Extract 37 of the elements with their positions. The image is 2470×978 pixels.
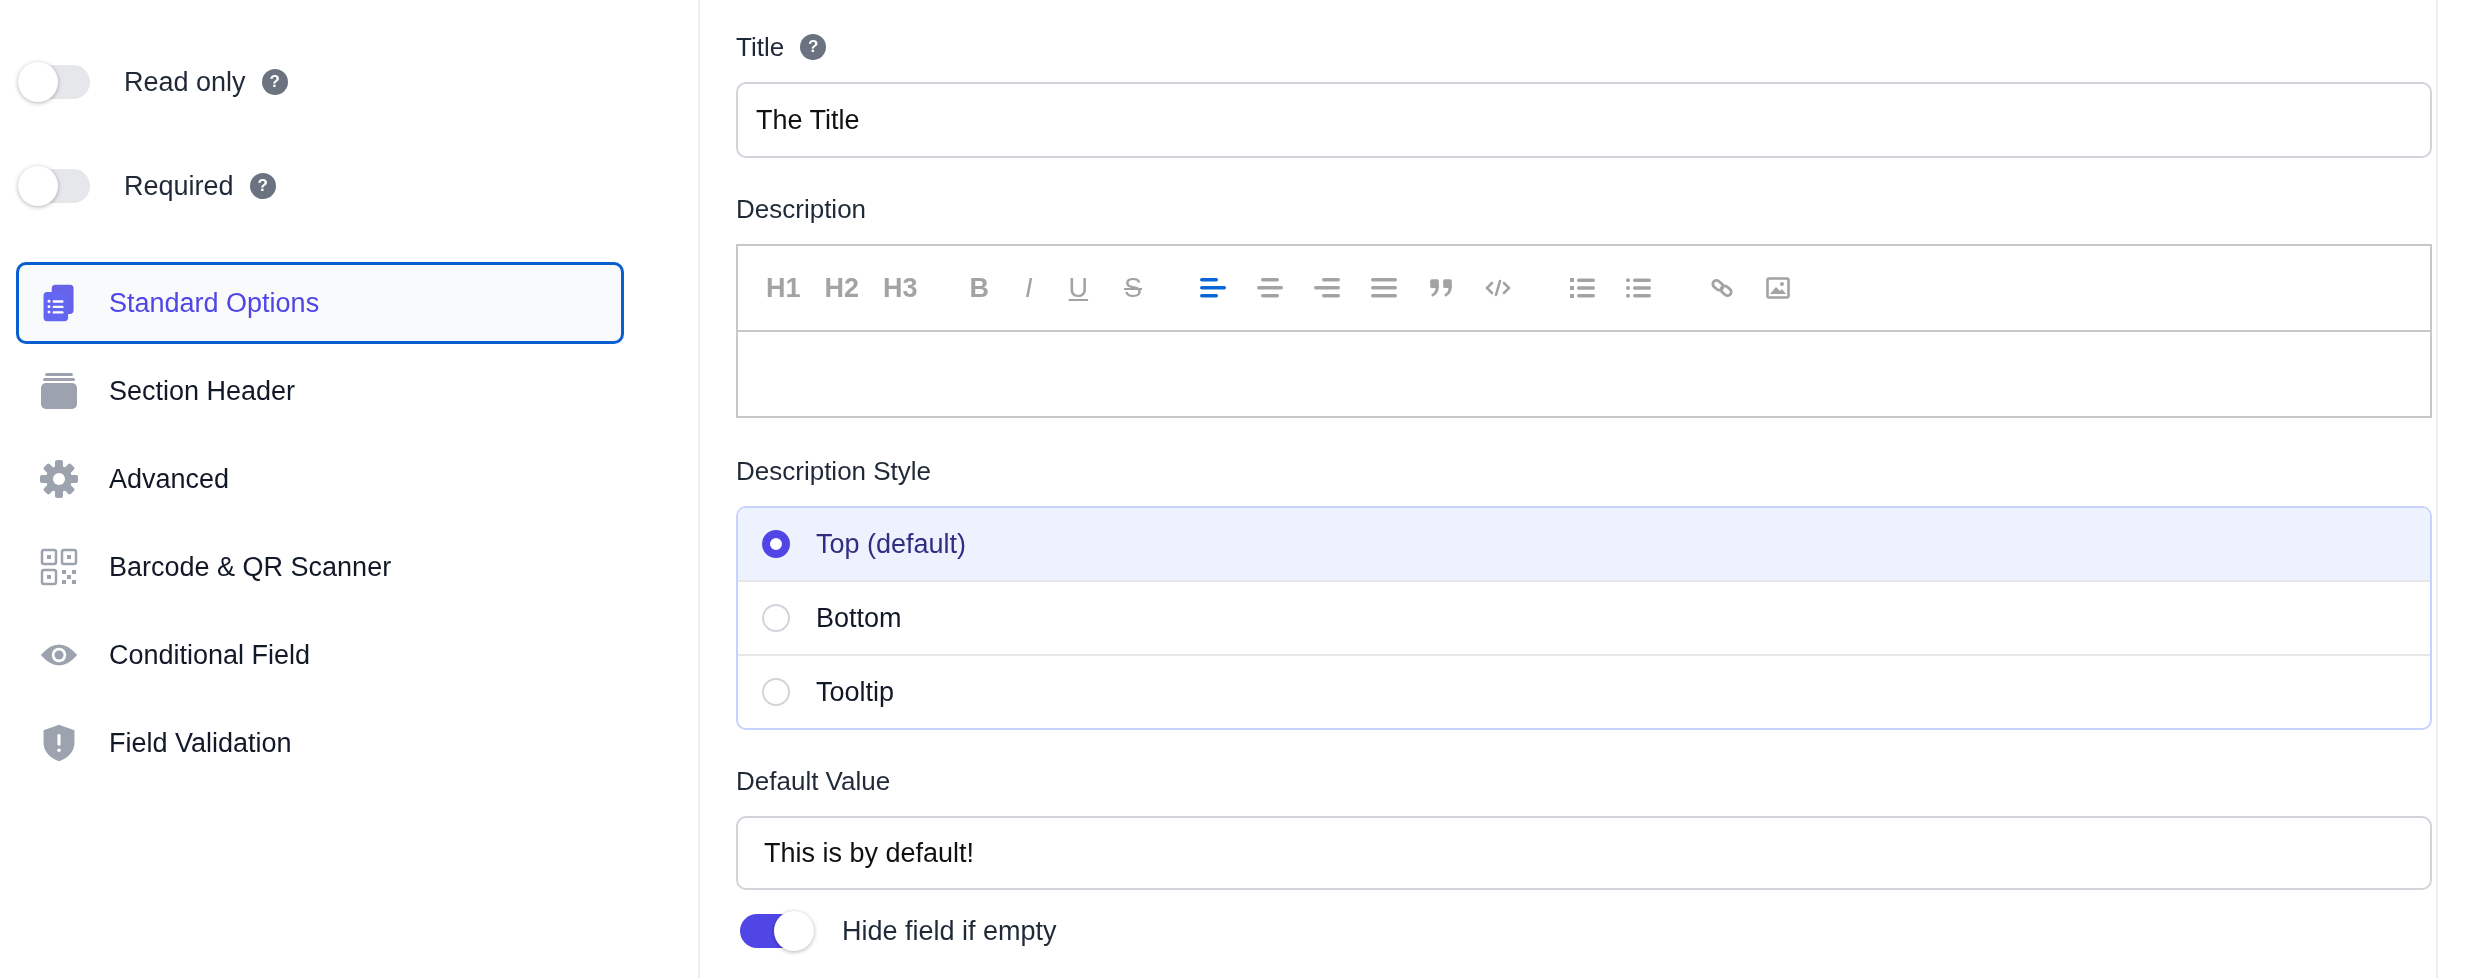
radio-option[interactable]: Bottom bbox=[738, 582, 2430, 656]
sidebar-item[interactable]: Conditional Field bbox=[16, 614, 624, 696]
stack-icon bbox=[39, 371, 79, 411]
toggle-switch[interactable] bbox=[740, 914, 812, 948]
sidebar-item[interactable]: Standard Options bbox=[16, 262, 624, 344]
title-input[interactable]: The Title bbox=[736, 82, 2432, 158]
toggle-label: Read only bbox=[124, 66, 246, 98]
radio-option[interactable]: Top (default) bbox=[738, 508, 2430, 582]
default-value-input[interactable]: This is by default! bbox=[736, 816, 2432, 890]
align-center-icon[interactable] bbox=[1257, 277, 1284, 299]
field-label: Description Style bbox=[736, 455, 932, 487]
field-label: Description bbox=[736, 193, 867, 225]
align-left-icon[interactable] bbox=[1200, 277, 1227, 299]
toggle-switch[interactable] bbox=[18, 169, 90, 203]
quote-icon[interactable] bbox=[1428, 277, 1455, 299]
link-icon[interactable] bbox=[1709, 277, 1736, 299]
field-label: Title bbox=[736, 31, 785, 63]
sidebar-item[interactable]: Field Validation bbox=[16, 702, 624, 784]
justify-icon[interactable] bbox=[1371, 277, 1398, 299]
numbered-list-icon[interactable] bbox=[1569, 277, 1596, 299]
field-label: Default Value bbox=[736, 765, 891, 797]
code-icon[interactable] bbox=[1485, 277, 1512, 299]
toggle-label: Required bbox=[124, 170, 234, 202]
image-icon[interactable] bbox=[1765, 277, 1792, 299]
bullet-list-icon[interactable] bbox=[1625, 277, 1652, 299]
toggle-switch[interactable] bbox=[18, 65, 90, 99]
radio-option[interactable]: Tooltip bbox=[738, 656, 2430, 728]
help-icon[interactable]: ? bbox=[800, 34, 827, 60]
help-icon[interactable]: ? bbox=[249, 173, 276, 199]
align-right-icon[interactable] bbox=[1314, 277, 1341, 299]
gear-icon bbox=[39, 459, 79, 499]
toggle-label: Hide field if empty bbox=[842, 915, 1057, 947]
qr-code-icon bbox=[39, 547, 79, 587]
help-icon[interactable]: ? bbox=[261, 69, 288, 95]
sidebar-item[interactable]: Section Header bbox=[16, 350, 624, 432]
sidebar-item[interactable]: Barcode & QR Scanner bbox=[16, 526, 624, 608]
sidebar-item[interactable]: Advanced bbox=[16, 438, 624, 520]
